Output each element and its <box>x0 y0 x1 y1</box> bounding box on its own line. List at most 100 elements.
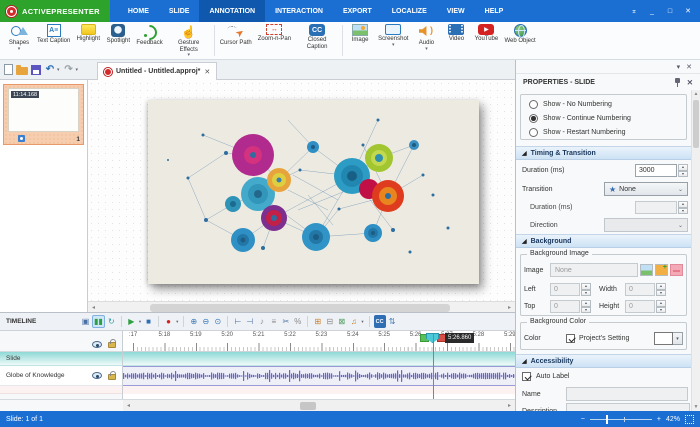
track-row-globe-of-knowledge[interactable]: Globe of Knowledge <box>0 366 122 386</box>
menu-localize[interactable]: LOCALIZE <box>382 0 437 22</box>
scroll-right-icon[interactable]: ▸ <box>504 302 515 312</box>
remove-time-button[interactable]: ⊟ <box>324 315 335 328</box>
panel-menu-icon[interactable]: ▾ <box>677 63 681 71</box>
tab-close-icon[interactable]: ✕ <box>204 68 210 76</box>
play-button[interactable]: ▶ <box>126 315 137 328</box>
cursor-path-button[interactable]: Cursor Path <box>217 22 255 59</box>
duration-spinner[interactable]: ▲ ▼ <box>678 164 688 177</box>
menu-home[interactable]: HOME <box>118 0 159 22</box>
document-tab[interactable]: Untitled - Untitled.approj* ✕ <box>97 62 218 80</box>
video-button[interactable]: Video <box>441 22 471 59</box>
scroll-left-icon[interactable]: ◂ <box>123 400 134 410</box>
redo-button[interactable]: ▾ <box>63 64 79 76</box>
adjust-volume-button[interactable]: ≡ <box>268 315 279 328</box>
timeline-scroll-thumb[interactable] <box>300 401 316 410</box>
zoom-in-button[interactable]: + <box>657 416 661 423</box>
open-project-button[interactable] <box>16 64 28 75</box>
highlight-button[interactable]: Highlight <box>73 22 103 59</box>
choose-image-button[interactable] <box>640 264 653 276</box>
show-hide-all-icon[interactable] <box>92 341 102 348</box>
gesture-effects-button[interactable]: Gesture Effects▾ <box>166 22 212 59</box>
change-speed-button[interactable]: % <box>292 315 303 328</box>
auto-label-checkbox[interactable] <box>522 372 531 381</box>
slide-track-bar[interactable] <box>123 352 515 366</box>
loop-button[interactable]: ↻ <box>106 315 117 328</box>
closed-caption-button[interactable]: Closed Caption <box>294 22 340 59</box>
insert-time-button[interactable]: ⊞ <box>312 315 323 328</box>
stop-button[interactable]: ■ <box>143 315 154 328</box>
timeline-horizontal-scrollbar[interactable]: ◂ ▸ <box>0 399 515 411</box>
numbering-option-2[interactable]: Show - Restart Numbering <box>529 128 686 137</box>
audio-button[interactable]: ♫ <box>348 315 359 328</box>
menu-help[interactable]: HELP <box>475 0 514 22</box>
duration-input[interactable]: 3000 <box>635 164 677 177</box>
zoom-slider-thumb[interactable] <box>605 414 609 424</box>
maximize-button[interactable]: □ <box>662 3 678 19</box>
zoom-fit-button[interactable]: ⊙ <box>212 315 223 328</box>
undo-button[interactable]: ▾ <box>44 64 60 76</box>
freeze-frame-button[interactable]: ⊠ <box>336 315 347 328</box>
section-accessibility[interactable]: ◢ Accessibility <box>516 354 691 368</box>
radio-icon[interactable] <box>529 128 538 137</box>
save-button[interactable] <box>31 64 41 75</box>
show-hide-icon[interactable] <box>92 372 102 379</box>
scroll-up-icon[interactable]: ▲ <box>692 91 700 97</box>
close-button[interactable]: ✕ <box>680 3 696 19</box>
menu-view[interactable]: VIEW <box>437 0 475 22</box>
zoom-out-button[interactable]: ⊖ <box>200 315 211 328</box>
menu-export[interactable]: EXPORT <box>333 0 382 22</box>
closed-caption-button[interactable]: CC <box>373 315 386 328</box>
mute-button[interactable]: ♪ <box>256 315 267 328</box>
transition-dropdown[interactable]: ★ None ⌄ <box>604 182 688 196</box>
new-document-button[interactable] <box>4 64 13 75</box>
zoom-slider[interactable] <box>589 414 652 424</box>
track-row-slide[interactable]: Slide <box>0 352 122 366</box>
numbering-option-1[interactable]: Show - Continue Numbering <box>529 114 686 123</box>
zoom-n-pan-button[interactable]: Zoom-n-Pan <box>255 22 294 59</box>
screenshot-button[interactable]: Screenshot ▾ <box>375 22 411 59</box>
audio-track-bar[interactable] <box>123 366 515 386</box>
numbering-option-0[interactable]: Show - No Numbering <box>529 100 686 109</box>
section-timing[interactable]: ◢ Timing & Transition <box>516 146 691 160</box>
web-object-button[interactable]: Web Object <box>501 22 538 59</box>
pin-icon[interactable] <box>674 77 681 87</box>
snap-end-button[interactable]: ⊣ <box>244 315 255 328</box>
menu-slide[interactable]: SLIDE <box>159 0 200 22</box>
playhead-line[interactable] <box>432 334 434 399</box>
pane-layout-button[interactable]: ▣ <box>80 315 91 328</box>
spotlight-button[interactable]: Spotlight <box>103 22 133 59</box>
properties-scroll-thumb[interactable] <box>693 100 699 148</box>
shapes-button[interactable]: Shapes ▾ <box>4 22 34 59</box>
split-button[interactable]: ✂ <box>280 315 291 328</box>
properties-close-icon[interactable]: ✕ <box>687 78 693 87</box>
slide-editing-area[interactable] <box>148 100 479 284</box>
auto-scroll-button[interactable]: ▮▮ <box>92 315 105 328</box>
radio-icon[interactable] <box>529 100 538 109</box>
section-background[interactable]: ◢ Background <box>516 234 691 248</box>
lock-all-icon[interactable] <box>108 339 116 348</box>
lock-icon[interactable] <box>108 371 116 380</box>
text-caption-button[interactable]: Text Caption <box>34 22 73 59</box>
radio-icon[interactable] <box>529 114 538 123</box>
menu-annotation[interactable]: ANNOTATION <box>199 0 266 22</box>
zoom-in-button[interactable]: ⊕ <box>188 315 199 328</box>
image-button[interactable]: Image <box>345 22 375 59</box>
fit-to-window-icon[interactable] <box>685 414 694 424</box>
menu-interaction[interactable]: INTERACTION <box>265 0 333 22</box>
scroll-down-icon[interactable]: ▼ <box>692 404 700 410</box>
canvas-scroll-thumb[interactable] <box>150 303 450 312</box>
color-swatch[interactable] <box>654 332 673 345</box>
properties-scrollbar[interactable]: ▲ ▼ <box>691 90 700 411</box>
app-brand[interactable]: ACTIVEPRESENTER <box>0 0 110 22</box>
minimize-button[interactable]: _ <box>644 3 660 19</box>
open-image-button[interactable] <box>655 264 668 276</box>
snap-start-button[interactable]: ⊢ <box>232 315 243 328</box>
canvas-horizontal-scrollbar[interactable]: ◂ ▸ <box>88 301 515 312</box>
chevron-down-icon[interactable]: ▾ <box>673 332 683 345</box>
feedback-button[interactable]: Feedback <box>133 22 165 59</box>
audio-button[interactable]: Audio▾ <box>411 22 441 59</box>
scroll-right-icon[interactable]: ▸ <box>504 400 515 410</box>
record-narration-button[interactable]: ● <box>163 315 174 328</box>
panel-close-icon[interactable]: ✕ <box>686 63 692 71</box>
slide-thumbnail[interactable]: 11:14.168 1 <box>3 84 84 145</box>
